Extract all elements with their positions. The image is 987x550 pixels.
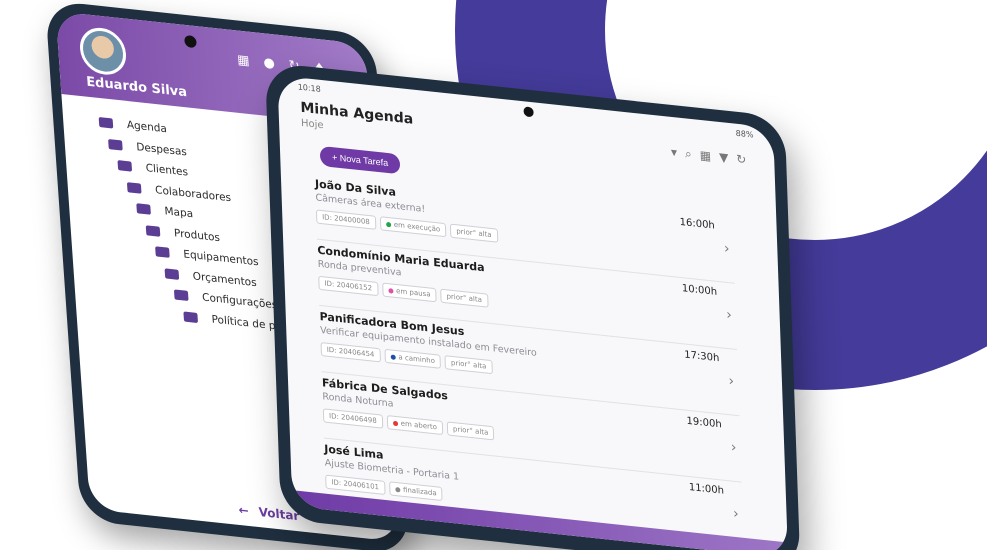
status-label: em execução bbox=[393, 220, 441, 234]
task-id-chip: ID: 20406101 bbox=[325, 474, 386, 495]
status-chip: finalizada bbox=[388, 481, 443, 502]
priority-chip: prior° alta bbox=[440, 288, 489, 308]
boxes-icon bbox=[145, 224, 161, 237]
arrow-left-icon: ← bbox=[238, 502, 250, 518]
status-chip: em execução bbox=[379, 216, 447, 238]
status-label: a caminho bbox=[398, 353, 436, 366]
map-icon bbox=[136, 203, 151, 216]
calendar-icon bbox=[98, 117, 114, 129]
menu-item-label: Produtos bbox=[173, 226, 221, 244]
lock-icon bbox=[183, 311, 199, 323]
status-chip: em pausa bbox=[381, 282, 437, 303]
new-task-button[interactable]: + Nova Tarefa bbox=[319, 145, 401, 175]
toolbar: ▾ ⌕ ▦ ▼ ↻ bbox=[671, 145, 747, 168]
dropdown-icon[interactable]: ▾ bbox=[671, 145, 678, 161]
menu-item-label: Mapa bbox=[164, 205, 194, 221]
tools-icon bbox=[155, 246, 170, 259]
menu-item-label: Orçamentos bbox=[192, 270, 257, 289]
menu-item-label: Agenda bbox=[126, 119, 168, 136]
task-id-chip: ID: 20406152 bbox=[318, 275, 379, 297]
task-list: João Da Silva 16:00h Câmeras área extern… bbox=[314, 173, 744, 549]
agenda-screen: 10:18 88% Minha Agenda Hoje ▾ ⌕ ▦ ▼ ↻ + … bbox=[277, 75, 789, 550]
menu-item-label: Despesas bbox=[135, 140, 188, 159]
avatar[interactable] bbox=[78, 25, 128, 77]
status-label: em aberto bbox=[400, 419, 438, 432]
task-id-chip: ID: 20406454 bbox=[320, 342, 381, 363]
front-camera bbox=[523, 106, 534, 118]
status-chip: a caminho bbox=[384, 348, 442, 369]
calendar-icon[interactable]: ▦ bbox=[699, 148, 711, 164]
handshake-icon bbox=[117, 160, 133, 172]
search-icon[interactable]: ⌕ bbox=[685, 146, 692, 162]
status-dot bbox=[394, 486, 401, 493]
sync-icon[interactable]: ↻ bbox=[736, 152, 747, 168]
status-dot bbox=[390, 353, 396, 360]
priority-chip: prior° alta bbox=[444, 355, 493, 375]
status-time: 10:18 bbox=[297, 82, 321, 94]
users-icon bbox=[126, 181, 142, 194]
agenda-phone: 10:18 88% Minha Agenda Hoje ▾ ⌕ ▦ ▼ ↻ + … bbox=[265, 62, 801, 550]
chevron-right-icon[interactable]: › bbox=[733, 506, 739, 523]
status-label: em pausa bbox=[395, 286, 431, 299]
status-dot bbox=[392, 420, 398, 426]
menu-item-label: Clientes bbox=[145, 162, 189, 179]
status-dot bbox=[388, 287, 394, 294]
page-subtitle: Hoje bbox=[300, 117, 324, 132]
status-dot bbox=[385, 221, 391, 227]
chevron-right-icon[interactable]: › bbox=[724, 241, 730, 258]
status-label: finalizada bbox=[402, 485, 437, 498]
priority-chip: prior° alta bbox=[450, 223, 498, 243]
priority-chip: prior° alta bbox=[446, 421, 495, 441]
chevron-right-icon[interactable]: › bbox=[726, 307, 732, 324]
chevron-right-icon[interactable]: › bbox=[728, 373, 734, 390]
front-camera bbox=[184, 34, 197, 49]
battery-level: 88% bbox=[735, 128, 754, 140]
filter-icon[interactable]: ▼ bbox=[719, 150, 729, 166]
gear-icon bbox=[173, 289, 189, 302]
qr-code-icon[interactable]: ▦ bbox=[237, 52, 250, 68]
status-chip: em aberto bbox=[386, 415, 444, 436]
scene: ▦ ● ↻ ♦ Eduardo Silva Agenda Despesas Cl… bbox=[0, 0, 987, 550]
user-name: Eduardo Silva bbox=[85, 74, 188, 101]
file-icon bbox=[164, 268, 180, 280]
task-id-chip: ID: 20400008 bbox=[315, 209, 377, 230]
task-id-chip: ID: 20406498 bbox=[322, 408, 383, 429]
money-icon bbox=[108, 138, 123, 151]
chevron-right-icon[interactable]: › bbox=[731, 439, 737, 456]
